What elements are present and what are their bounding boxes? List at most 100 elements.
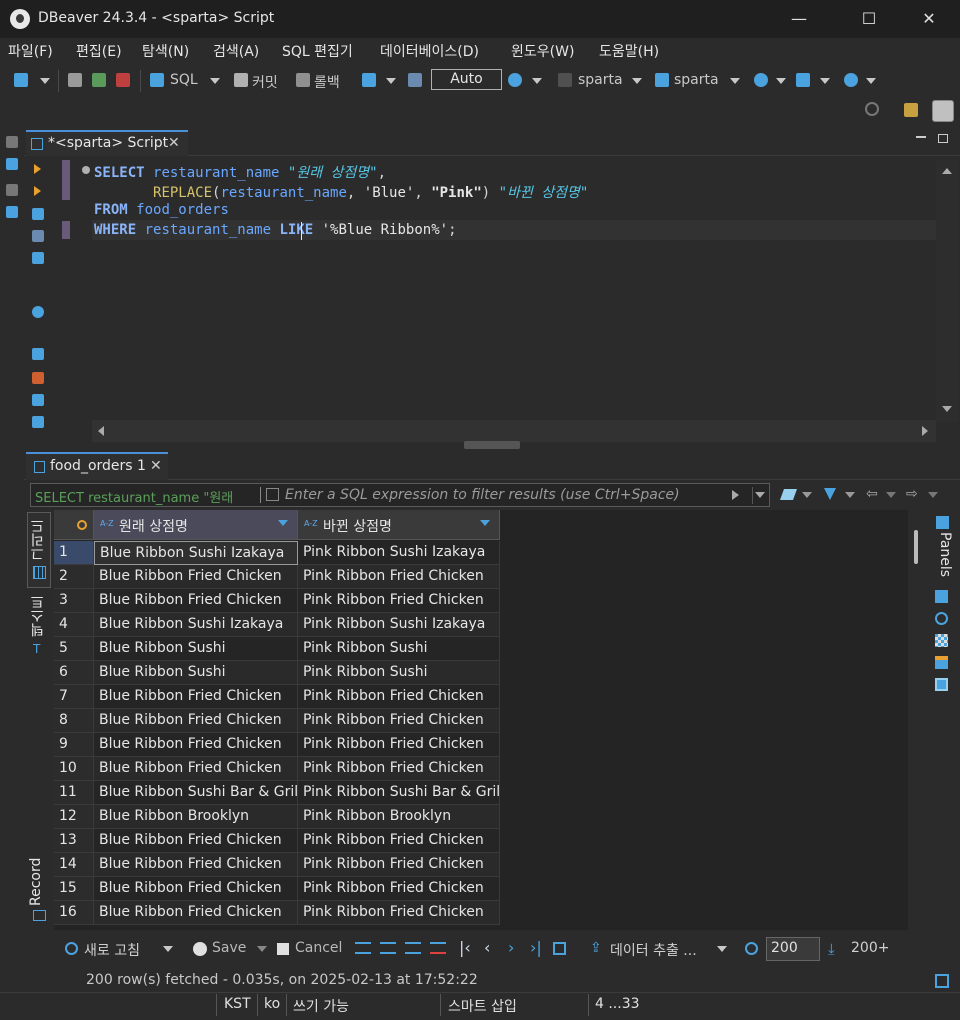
cell-original-name[interactable]: Blue Ribbon Fried Chicken: [94, 853, 298, 877]
rollback-button[interactable]: 롤백: [314, 72, 340, 92]
cell-original-name[interactable]: Blue Ribbon Fried Chicken: [94, 757, 298, 781]
row-number[interactable]: 11: [54, 781, 94, 805]
delete-row-icon[interactable]: [430, 942, 446, 954]
cell-replaced-name[interactable]: Pink Ribbon Fried Chicken: [298, 829, 500, 853]
table-row[interactable]: 14 Blue Ribbon Fried Chicken Pink Ribbon F…: [54, 853, 500, 877]
table-row[interactable]: 12 Blue Ribbon Brooklyn Pink Ribbon Brookl…: [54, 805, 500, 829]
row-number[interactable]: 6: [54, 661, 94, 685]
sql-editor-icon[interactable]: [150, 73, 164, 87]
cell-original-name[interactable]: Blue Ribbon Fried Chicken: [94, 901, 298, 925]
row-number[interactable]: 5: [54, 637, 94, 661]
fetch-next-icon[interactable]: ⤓: [828, 940, 835, 958]
cell-original-name[interactable]: Blue Ribbon Fried Chicken: [94, 709, 298, 733]
transaction-icon[interactable]: [362, 73, 376, 87]
prev-page-icon[interactable]: ‹: [484, 938, 490, 957]
add-row-icon[interactable]: [380, 942, 396, 954]
row-number[interactable]: 3: [54, 589, 94, 613]
cell-original-name[interactable]: Blue Ribbon Sushi: [94, 637, 298, 661]
scroll-up-icon[interactable]: [942, 168, 952, 174]
save-button[interactable]: Save: [212, 940, 246, 956]
apply-filter-icon[interactable]: [732, 490, 739, 500]
select-all-icon[interactable]: [77, 520, 87, 530]
explain-plan-icon[interactable]: [32, 230, 44, 242]
cell-original-name[interactable]: Blue Ribbon Sushi Bar & Grill: [94, 781, 298, 805]
row-number[interactable]: 4: [54, 613, 94, 637]
layout-toggle-icon[interactable]: [935, 974, 949, 988]
minimize-editor-icon[interactable]: [916, 136, 926, 138]
cell-replaced-name[interactable]: Pink Ribbon Fried Chicken: [298, 853, 500, 877]
cell-original-name[interactable]: Blue Ribbon Brooklyn: [94, 805, 298, 829]
filter-input[interactable]: Enter a SQL expression to filter results…: [285, 487, 680, 503]
table-row[interactable]: 7 Blue Ribbon Fried Chicken Pink Ribbon Fr…: [54, 685, 500, 709]
chevron-down-icon[interactable]: [928, 492, 938, 498]
cancel-icon[interactable]: [277, 943, 289, 955]
references-icon[interactable]: [935, 590, 948, 603]
column-header-replaced[interactable]: A-Z 바뀐 상점명: [298, 510, 500, 540]
check-icon[interactable]: [193, 942, 207, 956]
cell-original-name[interactable]: Blue Ribbon Sushi: [94, 661, 298, 685]
transaction-mode-field[interactable]: Auto: [431, 69, 502, 90]
chevron-down-icon[interactable]: [210, 78, 220, 84]
table-row[interactable]: 10 Blue Ribbon Fried Chicken Pink Ribbon F…: [54, 757, 500, 781]
close-button[interactable]: ✕: [906, 0, 952, 38]
chevron-down-icon[interactable]: [257, 946, 267, 952]
cell-original-name[interactable]: Blue Ribbon Fried Chicken: [94, 829, 298, 853]
cancel-button[interactable]: Cancel: [295, 940, 342, 956]
disconnect-icon[interactable]: [116, 73, 130, 87]
cell-replaced-name[interactable]: Pink Ribbon Brooklyn: [298, 805, 500, 829]
execute-statement-icon[interactable]: [34, 164, 41, 174]
dashboard-icon[interactable]: [754, 73, 768, 87]
fold-icon[interactable]: [82, 166, 90, 174]
import-icon[interactable]: [32, 348, 44, 360]
row-number[interactable]: 12: [54, 805, 94, 829]
menu-file[interactable]: 파일(F): [8, 41, 53, 61]
cell-replaced-name[interactable]: Pink Ribbon Fried Chicken: [298, 877, 500, 901]
datasource-selector[interactable]: sparta: [578, 72, 623, 88]
chevron-down-icon[interactable]: [730, 78, 740, 84]
row-number[interactable]: 1: [54, 541, 94, 565]
cell-replaced-name[interactable]: Pink Ribbon Fried Chicken: [298, 565, 500, 589]
cell-original-name[interactable]: Blue Ribbon Fried Chicken: [94, 565, 298, 589]
table-row[interactable]: 2 Blue Ribbon Fried Chicken Pink Ribbon Fr…: [54, 565, 500, 589]
menu-database[interactable]: 데이터베이스(D): [380, 41, 479, 61]
forward-icon[interactable]: ⇨: [906, 486, 918, 502]
chevron-down-icon[interactable]: [40, 78, 50, 84]
tab-text[interactable]: 텍스트: [28, 592, 50, 640]
tab-sparta-script[interactable]: *<sparta> Script ✕: [26, 130, 188, 156]
expand-filter-icon[interactable]: [266, 488, 279, 501]
back-icon[interactable]: ⇦: [866, 486, 878, 502]
menu-help[interactable]: 도움말(H): [599, 41, 659, 61]
execute-new-tab-icon[interactable]: [32, 208, 44, 220]
menu-search[interactable]: 검색(A): [213, 41, 259, 61]
minimize-button[interactable]: —: [776, 0, 822, 38]
row-number[interactable]: 2: [54, 565, 94, 589]
close-icon[interactable]: ✕: [150, 458, 162, 474]
sort-icon[interactable]: [278, 520, 288, 526]
cell-replaced-name[interactable]: Pink Ribbon Fried Chicken: [298, 901, 500, 925]
maximize-button[interactable]: ☐: [846, 0, 892, 38]
menu-window[interactable]: 윈도우(W): [511, 41, 574, 61]
project-icon[interactable]: [6, 206, 18, 218]
value-viewer-icon[interactable]: [935, 612, 948, 625]
navigator-icon[interactable]: [6, 158, 18, 170]
tab-record[interactable]: Record: [28, 856, 50, 908]
search-tool-icon[interactable]: [844, 73, 858, 87]
cell-original-name[interactable]: Blue Ribbon Sushi Izakaya: [94, 541, 298, 565]
cell-replaced-name[interactable]: Pink Ribbon Sushi: [298, 637, 500, 661]
row-number[interactable]: 10: [54, 757, 94, 781]
cell-replaced-name[interactable]: Pink Ribbon Fried Chicken: [298, 589, 500, 613]
cell-replaced-name[interactable]: Pink Ribbon Fried Chicken: [298, 757, 500, 781]
cell-replaced-name[interactable]: Pink Ribbon Sushi Izakaya: [298, 613, 500, 637]
new-perspective-icon[interactable]: [904, 103, 918, 117]
rollback-icon[interactable]: [296, 73, 310, 87]
execute-script-icon[interactable]: [34, 186, 41, 196]
copy-row-icon[interactable]: [405, 942, 421, 954]
editor-horizontal-scrollbar[interactable]: [92, 420, 936, 442]
maximize-editor-icon[interactable]: [938, 134, 948, 143]
restore-icon[interactable]: [6, 136, 18, 148]
sort-icon[interactable]: [480, 520, 490, 526]
commit-icon[interactable]: [234, 73, 248, 87]
cell-original-name[interactable]: Blue Ribbon Sushi Izakaya: [94, 613, 298, 637]
save-script-icon[interactable]: [32, 394, 44, 406]
last-page-icon[interactable]: ›|: [530, 938, 542, 957]
